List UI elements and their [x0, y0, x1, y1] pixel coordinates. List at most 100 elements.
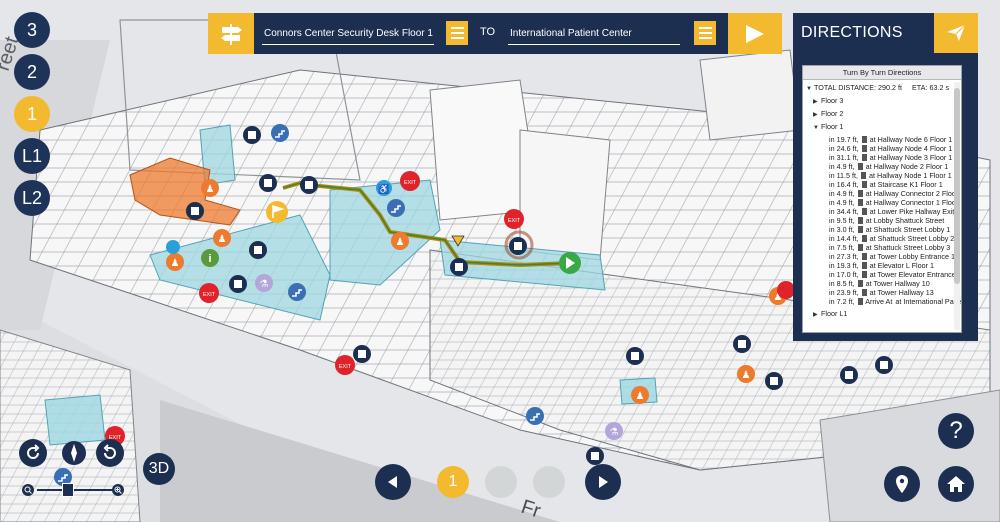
- destination-marker[interactable]: [559, 252, 581, 274]
- elevator-poi-10[interactable]: [733, 335, 751, 353]
- stairs-poi-1[interactable]: [271, 124, 289, 142]
- direction-step[interactable]: in 16.4 ft, at Staircase K1 Floor 1: [829, 180, 943, 189]
- svg-text:♟: ♟: [396, 237, 405, 248]
- directions-header: DIRECTIONS: [793, 13, 978, 53]
- previous-step-button[interactable]: [375, 464, 411, 500]
- stairs-poi-4[interactable]: [526, 407, 544, 425]
- accessible-poi-2[interactable]: [166, 240, 180, 254]
- direction-step[interactable]: in 3.0 ft, at Shattuck Street Lobby 1: [829, 225, 950, 234]
- elevator-poi-15[interactable]: [586, 447, 604, 465]
- direction-step[interactable]: in 4.9 ft, at Hallway Node 2 Floor 1: [829, 162, 948, 171]
- page-dot-3[interactable]: [533, 466, 565, 498]
- location-button[interactable]: [884, 466, 920, 502]
- direction-step[interactable]: in 4.9 ft, at Hallway Connector 1 Floor: [829, 198, 958, 207]
- exit-poi-1[interactable]: EXIT: [400, 171, 420, 191]
- direction-step[interactable]: in 27.3 ft, at Tower Lobby Entrance 1: [829, 252, 955, 261]
- destination-list-button[interactable]: [694, 21, 716, 45]
- elevator-poi-9[interactable]: [626, 347, 644, 365]
- floor-3-row[interactable]: ▶ Floor 3: [813, 96, 843, 107]
- direction-step[interactable]: in 23.9 ft, at Tower Hallway 13: [829, 288, 934, 297]
- page-dot-2[interactable]: [485, 466, 517, 498]
- direction-step[interactable]: in 19.3 ft, at Elevator L Floor 1: [829, 261, 934, 270]
- elevator-poi-11[interactable]: [765, 372, 783, 390]
- collapsed-triangle-icon: ▶: [813, 99, 818, 105]
- stairs-poi-2[interactable]: [387, 199, 405, 217]
- origin-list-button[interactable]: [446, 21, 468, 45]
- start-flag-marker[interactable]: [266, 201, 288, 223]
- help-button[interactable]: ?: [938, 413, 974, 449]
- exit-poi-2[interactable]: EXIT: [504, 209, 524, 229]
- step-distance: in 11.5 ft,: [829, 171, 859, 180]
- rotate-right-button[interactable]: [96, 439, 124, 467]
- zoom-in-button[interactable]: [112, 484, 124, 496]
- restroom-poi-6[interactable]: ♟: [631, 386, 649, 404]
- elevator-poi-1[interactable]: [243, 126, 261, 144]
- direction-step[interactable]: in 7.5 ft, at Shattuck Street Lobby 3: [829, 243, 950, 252]
- direction-step[interactable]: in 34.4 ft, at Lower Pike Hallway Exit..…: [829, 207, 960, 216]
- directions-scrollbar[interactable]: [954, 82, 960, 330]
- direction-step[interactable]: in 8.5 ft, at Tower Hallway 10: [829, 279, 930, 288]
- elevator-poi-2[interactable]: [300, 176, 318, 194]
- accessible-poi[interactable]: ♿: [376, 180, 392, 196]
- turn-by-turn-list[interactable]: Turn By Turn Directions ▼ TOTAL DISTANCE:…: [802, 65, 962, 333]
- direction-step[interactable]: in 9.5 ft, at Lobby Shattuck Street: [829, 216, 944, 225]
- direction-step[interactable]: in 17.0 ft, at Tower Elevator Entrance: [829, 270, 956, 279]
- origin-field[interactable]: [262, 23, 434, 45]
- scrollbar-thumb[interactable]: [954, 88, 960, 284]
- restroom-poi-5[interactable]: ♟: [737, 365, 755, 383]
- direction-step[interactable]: in 4.9 ft, at Hallway Connector 2 Floor: [829, 189, 958, 198]
- exit-poi-4[interactable]: EXIT: [335, 355, 355, 375]
- elevator-poi-4[interactable]: [186, 202, 204, 220]
- direction-step[interactable]: in 19.7 ft, at Hallway Node 6 Floor 1: [829, 135, 952, 144]
- floor-l1-row[interactable]: ▶ Floor L1: [813, 309, 847, 320]
- step-location: at Tower Hallway 13: [869, 288, 934, 297]
- stairs-poi-3[interactable]: [288, 283, 306, 301]
- elevator-poi-6[interactable]: [229, 275, 247, 293]
- elevator-poi-13[interactable]: [353, 345, 371, 363]
- current-page-indicator[interactable]: 1: [437, 466, 469, 498]
- elevator-poi-7[interactable]: [450, 258, 468, 276]
- direction-step[interactable]: in 7.2 ft, Arrive At at International Pat…: [829, 297, 961, 306]
- turn-by-turn-header: Turn By Turn Directions: [803, 66, 961, 80]
- floor-button-3[interactable]: 3: [14, 12, 50, 48]
- restroom-poi-1[interactable]: ♟: [201, 179, 219, 197]
- send-directions-button[interactable]: [934, 13, 978, 53]
- rotate-left-button[interactable]: [19, 439, 47, 467]
- go-button[interactable]: [728, 13, 782, 54]
- info-poi[interactable]: i: [201, 249, 219, 267]
- destination-input[interactable]: [508, 23, 680, 44]
- view-3d-button[interactable]: 3D: [143, 453, 175, 485]
- direction-step[interactable]: in 14.4 ft, at Shattuck Street Lobby 2: [829, 234, 954, 243]
- floor-2-row[interactable]: ▶ Floor 2: [813, 109, 843, 120]
- direction-step[interactable]: in 11.5 ft, at Hallway Node 1 Floor 1: [829, 171, 952, 180]
- restroom-poi-3[interactable]: ♟: [166, 253, 184, 271]
- restroom-poi-4[interactable]: ♟: [391, 232, 409, 250]
- restroom-poi-2[interactable]: ♟: [213, 229, 231, 247]
- zoom-slider-thumb[interactable]: [62, 483, 74, 497]
- elevator-poi-3[interactable]: [259, 174, 277, 192]
- direction-step[interactable]: in 24.6 ft, at Hallway Node 4 Floor 1: [829, 144, 952, 153]
- total-distance-row[interactable]: ▼ TOTAL DISTANCE: 290.2 ft ETA: 63.2 s: [806, 83, 949, 94]
- next-step-button[interactable]: [585, 464, 621, 500]
- floor-button-l1[interactable]: L1: [14, 138, 50, 174]
- elevator-poi-12[interactable]: [875, 356, 893, 374]
- direction-step[interactable]: in 31.1 ft, at Hallway Node 3 Floor 1: [829, 153, 952, 162]
- origin-input[interactable]: [262, 23, 434, 44]
- lab-poi-1[interactable]: ⚗: [255, 274, 273, 292]
- elevator-poi-5[interactable]: [249, 241, 267, 259]
- floor-button-l2[interactable]: L2: [14, 180, 50, 216]
- step-direction-icon: [857, 217, 863, 224]
- lab-poi-2[interactable]: ⚗: [605, 422, 623, 440]
- floor-1-row[interactable]: ▼ Floor 1: [813, 122, 843, 133]
- compass-button[interactable]: [62, 441, 86, 465]
- zoom-slider-track[interactable]: [37, 489, 115, 491]
- floor-button-2[interactable]: 2: [14, 54, 50, 90]
- destination-field[interactable]: [508, 23, 680, 45]
- step-direction-icon: [857, 199, 863, 206]
- elevator-poi-8[interactable]: [509, 237, 527, 255]
- exit-poi-3[interactable]: EXIT: [199, 283, 219, 303]
- floor-button-1[interactable]: 1: [14, 96, 50, 132]
- home-button[interactable]: [938, 466, 974, 502]
- elevator-poi-14[interactable]: [840, 366, 858, 384]
- zoom-out-button[interactable]: [22, 484, 34, 496]
